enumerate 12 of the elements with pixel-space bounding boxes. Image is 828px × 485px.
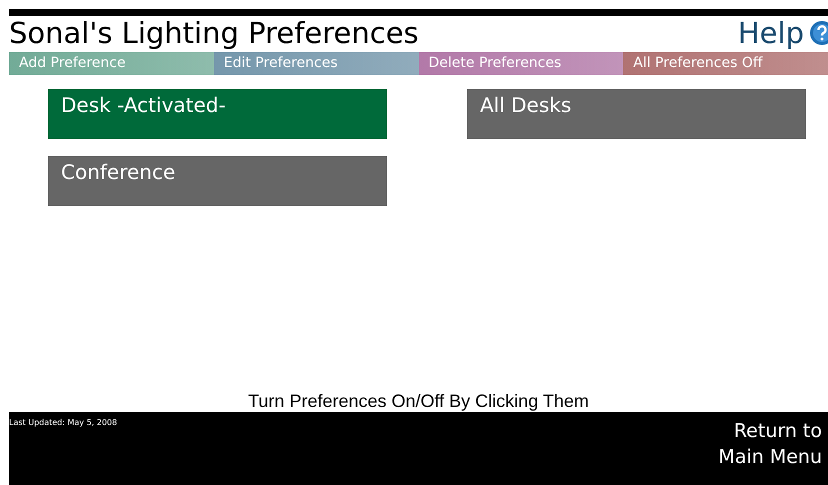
return-link[interactable]: Return to Main Menu (718, 418, 822, 485)
help-link[interactable]: Help (738, 16, 828, 52)
last-updated-text: Last Updated: May 5, 2008 (9, 418, 118, 429)
preference-tile[interactable]: All Desks (467, 88, 806, 138)
instruction-text: Turn Preferences On/Off By Clicking Them (247, 390, 590, 412)
help-icon (810, 21, 828, 46)
preference-tile[interactable]: Desk -Activated- (48, 88, 387, 138)
menu-item[interactable]: Edit Preferences (214, 52, 418, 74)
page-title: Sonal's Lighting Preferences (9, 16, 419, 52)
menu-item[interactable]: All Preferences Off (623, 52, 828, 74)
preference-tile[interactable]: Conference (48, 156, 387, 206)
menu-item[interactable]: Delete Preferences (418, 52, 624, 74)
